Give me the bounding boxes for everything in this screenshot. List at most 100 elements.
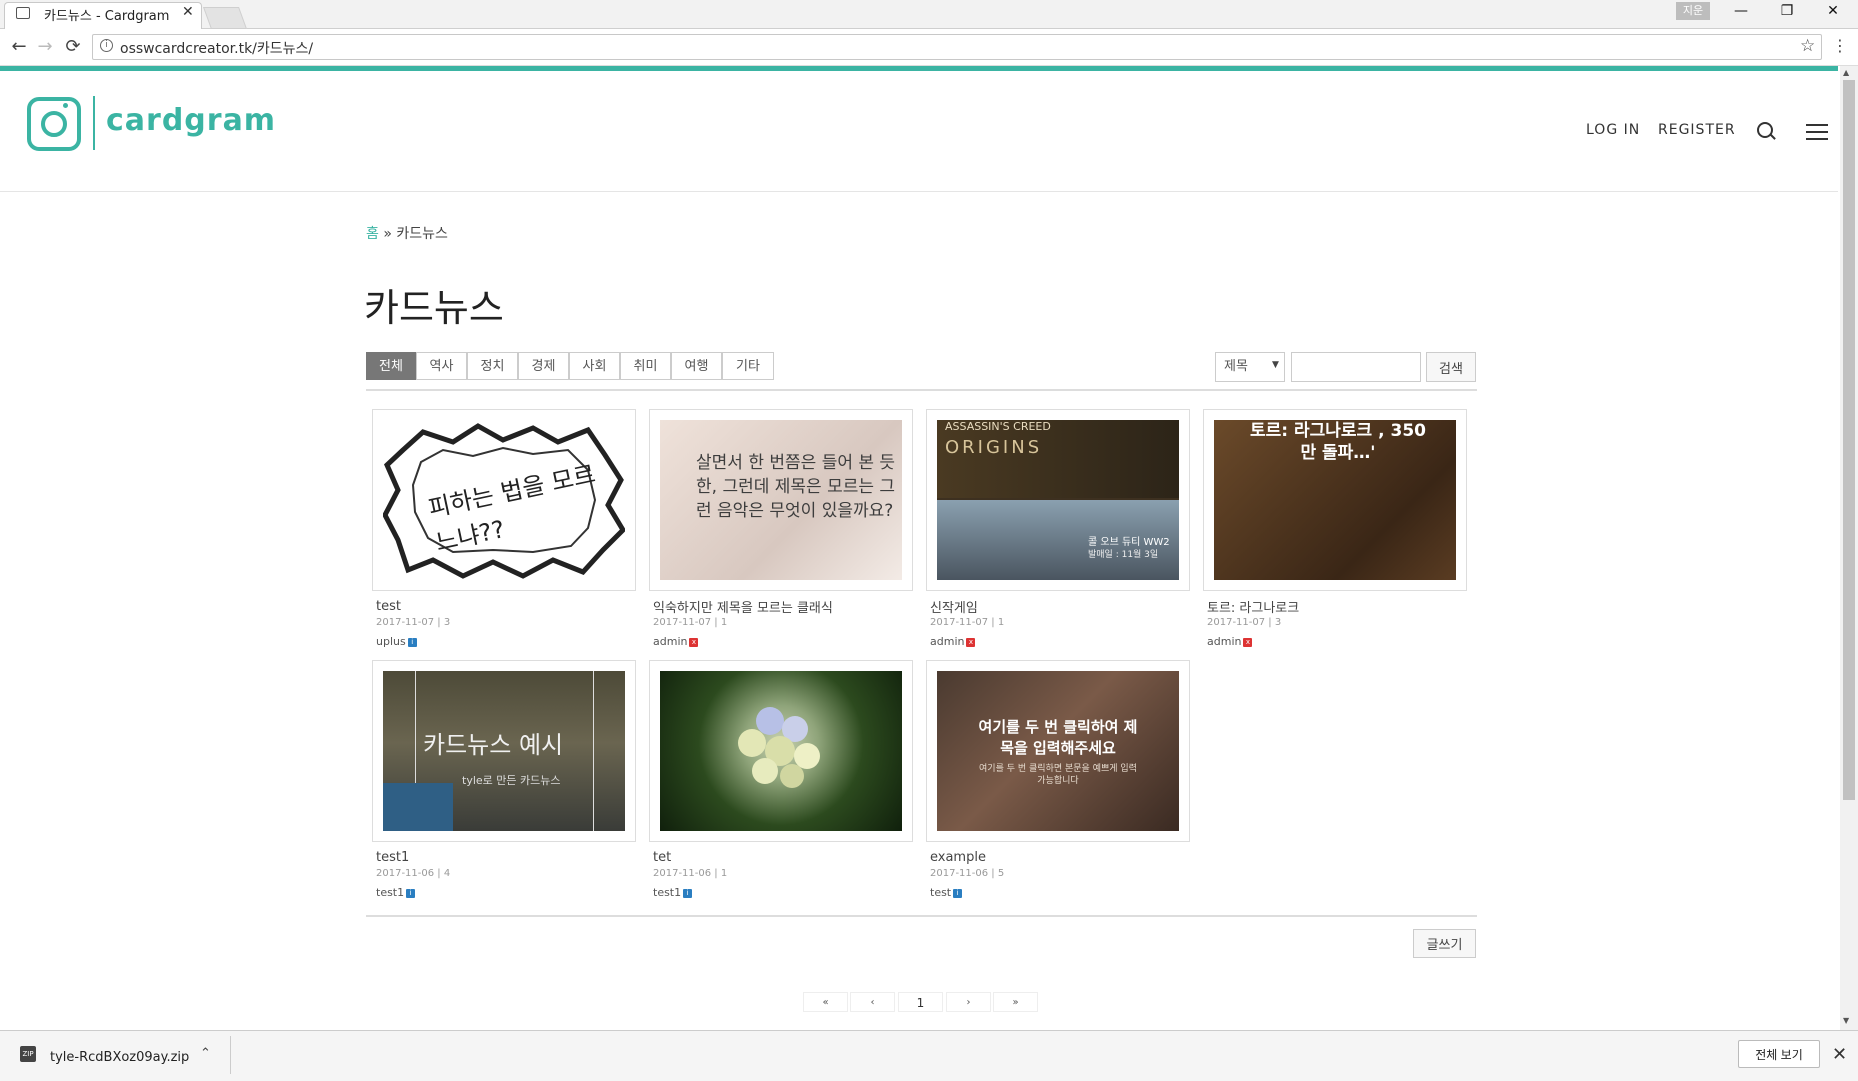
category-tab-society[interactable]: 사회: [569, 352, 620, 380]
card-title[interactable]: test: [376, 599, 401, 614]
category-tab-politics[interactable]: 정치: [467, 352, 518, 380]
user-info-icon: i: [953, 888, 963, 898]
card-author[interactable]: test1 i: [653, 886, 693, 899]
search-icon-handle: [1770, 134, 1776, 140]
card-author[interactable]: admin x: [653, 635, 699, 648]
user-info-icon: i: [406, 888, 416, 898]
category-tab-all[interactable]: 전체: [366, 352, 416, 380]
author-name[interactable]: admin: [930, 635, 964, 648]
forward-icon[interactable]: →: [34, 36, 56, 57]
new-tab-button[interactable]: [202, 7, 248, 29]
card-meta: 2017-11-07 | 3: [376, 617, 451, 628]
thumb-text: 카드뉴스 예시: [423, 731, 564, 759]
admin-icon: x: [966, 637, 976, 647]
page-number-1[interactable]: 1: [898, 992, 943, 1012]
reload-icon[interactable]: ⟳: [62, 36, 84, 57]
chevron-up-icon[interactable]: ⌃: [200, 1046, 211, 1061]
page-prev-button[interactable]: ‹: [850, 992, 895, 1012]
address-bar[interactable]: [92, 34, 1822, 60]
login-link[interactable]: LOG IN: [1586, 122, 1640, 138]
scroll-up-arrow-icon[interactable]: ▲: [1843, 68, 1849, 77]
thumb-text: 토르: 라그나로크 , 350만 돌파…': [1250, 421, 1426, 463]
url-text[interactable]: osswcardcreator.tk/카드뉴스/: [120, 38, 313, 58]
author-name[interactable]: admin: [1207, 635, 1241, 648]
thumb-text: 콜 오브 듀티 WW2: [1088, 537, 1170, 548]
card-meta: 2017-11-06 | 1: [653, 868, 728, 879]
logo-text[interactable]: cardgram: [106, 103, 276, 138]
close-window-button[interactable]: ✕: [1818, 3, 1848, 19]
author-name[interactable]: test: [930, 886, 951, 899]
restore-button[interactable]: ❐: [1772, 3, 1802, 19]
info-icon[interactable]: i: [100, 39, 113, 52]
card-title[interactable]: 익숙하지만 제목을 모르는 클래식: [653, 597, 833, 616]
search-input[interactable]: [1291, 352, 1421, 382]
logo-lens: [41, 111, 67, 137]
back-icon[interactable]: ←: [8, 36, 30, 57]
category-tab-etc[interactable]: 기타: [722, 352, 774, 380]
list-top-divider: [366, 389, 1477, 391]
thumb-text: 발매일 : 11월 3일: [1088, 550, 1159, 560]
author-name[interactable]: admin: [653, 635, 687, 648]
logo-flash: [63, 103, 68, 108]
tab-close-icon[interactable]: ✕: [182, 4, 194, 20]
user-info-icon: i: [407, 637, 417, 647]
card-author[interactable]: uplus i: [376, 635, 417, 648]
write-button[interactable]: 글쓰기: [1413, 929, 1476, 958]
download-filename[interactable]: tyle-RcdBXoz09ay.zip: [50, 1050, 189, 1065]
card-author[interactable]: test i: [930, 886, 963, 899]
card-meta: 2017-11-06 | 4: [376, 868, 451, 879]
download-bar: [0, 1030, 1858, 1081]
author-name[interactable]: test1: [653, 886, 681, 899]
list-bottom-divider: [366, 915, 1477, 917]
card-title[interactable]: tet: [653, 850, 671, 865]
author-name[interactable]: uplus: [376, 635, 406, 648]
breadcrumb-home-link[interactable]: 홈: [366, 226, 379, 242]
page-next-button[interactable]: ›: [946, 992, 991, 1012]
card-meta: 2017-11-07 | 3: [1207, 617, 1282, 628]
card-author[interactable]: admin x: [930, 635, 976, 648]
show-all-downloads-button[interactable]: 전체 보기: [1738, 1040, 1820, 1068]
card-title[interactable]: 토르: 라그나로크: [1207, 597, 1299, 616]
thumb-text: 여기를 두 번 클릭하여 제목을 입력해주세요: [978, 718, 1138, 757]
category-tab-history[interactable]: 역사: [416, 352, 467, 380]
search-button[interactable]: 검색: [1426, 352, 1476, 382]
category-tab-travel[interactable]: 여행: [671, 352, 722, 380]
bookmark-star-icon[interactable]: ☆: [1800, 36, 1815, 56]
profile-badge[interactable]: 지운: [1676, 2, 1710, 20]
header-divider: [0, 191, 1838, 192]
author-name[interactable]: test1: [376, 886, 404, 899]
card-title[interactable]: example: [930, 850, 986, 865]
breadcrumb: 홈 » 카드뉴스: [366, 223, 448, 243]
page-title: 카드뉴스: [364, 286, 504, 330]
scroll-down-arrow-icon[interactable]: ▼: [1843, 1016, 1849, 1025]
register-link[interactable]: REGISTER: [1658, 122, 1736, 138]
accent-bar: [0, 66, 1838, 71]
card-thumbnail[interactable]: [660, 671, 902, 831]
page-first-button[interactable]: «: [803, 992, 848, 1012]
close-download-bar-icon[interactable]: ✕: [1832, 1044, 1847, 1065]
hamburger-menu-middle: [1806, 131, 1828, 133]
category-tab-economy[interactable]: 경제: [518, 352, 569, 380]
thumb-text: ASSASSIN'S CREED: [945, 420, 1051, 433]
logo-divider: [93, 96, 95, 150]
page-last-button[interactable]: »: [993, 992, 1038, 1012]
card-title[interactable]: test1: [376, 850, 409, 865]
tab-title: 카드뉴스 - Cardgram: [44, 9, 170, 24]
user-info-icon: i: [683, 888, 693, 898]
card-author[interactable]: test1 i: [376, 886, 416, 899]
thumb-text: 살면서 한 번쯤은 들어 본 듯한, 그런데 제목은 모르는 그런 음악은 무엇…: [696, 453, 896, 521]
card-title[interactable]: 신작게임: [930, 597, 978, 616]
admin-icon: x: [689, 637, 699, 647]
thumb-text: ORIGINS: [945, 437, 1043, 458]
breadcrumb-separator: »: [378, 226, 397, 242]
card-meta: 2017-11-07 | 1: [653, 617, 728, 628]
scrollbar-thumb[interactable]: [1843, 80, 1855, 800]
minimize-button[interactable]: —: [1726, 3, 1756, 19]
card-meta: 2017-11-06 | 5: [930, 868, 1005, 879]
chevron-down-icon: ▼: [1272, 360, 1279, 370]
zip-file-icon[interactable]: ZIP: [20, 1046, 36, 1062]
browser-menu-icon[interactable]: ⋮: [1832, 36, 1848, 55]
tab-strip: [0, 0, 1858, 29]
card-author[interactable]: admin x: [1207, 635, 1253, 648]
category-tab-hobby[interactable]: 취미: [620, 352, 671, 380]
